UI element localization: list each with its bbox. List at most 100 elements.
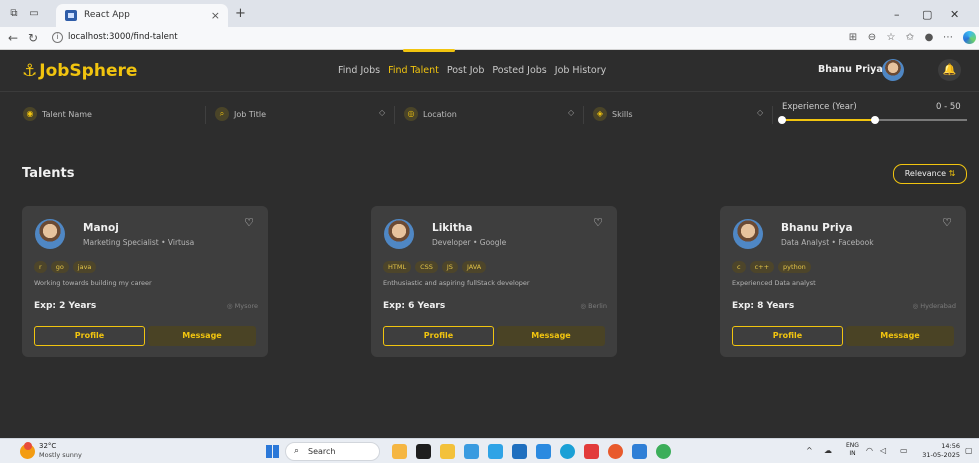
language-indicator[interactable]: ENG IN — [846, 442, 859, 458]
experience-slider-min-handle[interactable] — [778, 116, 786, 124]
message-button[interactable]: Message — [497, 326, 605, 346]
filter-divider — [205, 106, 206, 124]
tray-overflow-icon[interactable]: ^ — [806, 446, 813, 455]
experience-range-value: 0 - 50 — [936, 102, 961, 112]
windows-start-icon[interactable] — [266, 445, 279, 458]
profile-button[interactable]: Profile — [383, 326, 494, 346]
weather-icon[interactable] — [20, 442, 35, 459]
heart-icon[interactable]: ♡ — [244, 216, 254, 229]
vscode-app-icon[interactable] — [632, 444, 647, 459]
active-nav-indicator — [403, 49, 455, 52]
notification-bell-icon[interactable]: 🔔 — [938, 59, 961, 81]
filter-bar: ◉ Talent Name ⌕ Job Title ◇ ◎ Location ◇… — [0, 92, 979, 140]
sort-icon: ⇅ — [948, 169, 956, 178]
profile-icon[interactable]: ● — [923, 32, 935, 44]
experience-slider-max-handle[interactable] — [870, 116, 879, 124]
heart-icon[interactable]: ♡ — [593, 216, 603, 229]
talent-name-filter[interactable]: Talent Name — [42, 110, 92, 119]
favorite-star-icon[interactable]: ☆ — [885, 32, 897, 44]
system-clock[interactable]: 14:56 31-05-2025 — [920, 442, 960, 460]
maximize-icon[interactable]: ▢ — [922, 8, 932, 21]
app-available-icon[interactable]: ⊞ — [847, 32, 859, 44]
minimize-icon[interactable]: – — [894, 8, 900, 21]
message-button[interactable]: Message — [846, 326, 954, 346]
store-app-icon[interactable] — [464, 444, 479, 459]
nav-post-job[interactable]: Post Job — [447, 65, 485, 76]
skills-dropdown-icon[interactable]: ◇ — [757, 108, 763, 117]
clock-time: 14:56 — [941, 442, 960, 450]
url-field[interactable]: i localhost:3000/find-talent — [48, 30, 888, 47]
more-icon[interactable]: ⋯ — [942, 32, 954, 44]
onedrive-icon[interactable]: ☁ — [824, 446, 832, 455]
filter-divider — [583, 106, 584, 124]
nav-job-history[interactable]: Job History — [555, 65, 606, 76]
user-name[interactable]: Bhanu Priya — [818, 64, 883, 75]
browser-tab[interactable]: React App × — [56, 4, 228, 27]
skills-filter[interactable]: Skills — [612, 110, 633, 119]
refresh-icon[interactable]: ↻ — [28, 31, 38, 45]
back-icon[interactable]: ← — [8, 31, 18, 45]
chrome-browser-icon[interactable] — [656, 444, 671, 459]
volume-icon[interactable]: ◁ — [880, 446, 886, 455]
location-dropdown-icon[interactable]: ◇ — [568, 108, 574, 117]
office-app-icon[interactable] — [608, 444, 623, 459]
copilot-icon[interactable] — [963, 31, 976, 44]
site-info-icon[interactable]: i — [52, 32, 63, 43]
browser-tab-strip: ⧉ ▭ React App × + – ▢ ✕ — [0, 0, 979, 27]
talent-location: ◎ Berlin — [580, 302, 607, 310]
workspaces-icon[interactable]: ⧉ — [8, 8, 20, 19]
close-tab-icon[interactable]: × — [211, 9, 220, 22]
notification-center-icon[interactable]: ▢ — [965, 446, 973, 455]
message-button[interactable]: Message — [148, 326, 256, 346]
talent-experience: Exp: 8 Years — [732, 301, 795, 311]
favorites-icon[interactable]: ✩ — [904, 32, 916, 44]
location-filter[interactable]: Location — [423, 110, 457, 119]
location-pin-icon: ◎ — [226, 302, 235, 310]
profile-button[interactable]: Profile — [34, 326, 145, 346]
edge-app-icon[interactable] — [560, 444, 575, 459]
page-title: Talents — [22, 166, 75, 181]
wifi-icon[interactable]: ◠ — [866, 446, 873, 455]
talent-about: Working towards building my career — [34, 279, 152, 287]
location-pin-icon: ◎ — [580, 302, 589, 310]
heart-icon[interactable]: ♡ — [942, 216, 952, 229]
new-tab-icon[interactable]: + — [235, 6, 246, 21]
sort-relevance-button[interactable]: Relevance ⇅ — [893, 164, 967, 184]
taskbar-search[interactable]: ⌕ Search — [285, 442, 380, 461]
skill-tag: JS — [441, 261, 458, 273]
app-logo[interactable]: ⚓ JobSphere — [22, 61, 137, 81]
search-icon: ⌕ — [294, 446, 300, 456]
job-title-filter[interactable]: Job Title — [234, 110, 266, 119]
skill-tags: r go java — [34, 261, 97, 273]
talent-experience: Exp: 2 Years — [34, 301, 97, 311]
talent-name: Bhanu Priya — [781, 222, 853, 234]
zoom-icon[interactable]: ⊖ — [866, 32, 878, 44]
browser-tab-title: React App — [84, 10, 130, 20]
main-nav: Find Jobs Find Talent Post Job Posted Jo… — [338, 65, 606, 76]
task-view-icon[interactable] — [416, 444, 431, 459]
location-text: Berlin — [588, 302, 607, 310]
calculator-app-icon[interactable] — [512, 444, 527, 459]
job-title-dropdown-icon[interactable]: ◇ — [379, 108, 385, 117]
profile-button[interactable]: Profile — [732, 326, 843, 346]
user-avatar[interactable] — [882, 59, 904, 81]
close-window-icon[interactable]: ✕ — [950, 8, 959, 21]
weather-temperature: 32°C — [39, 442, 57, 450]
browser-address-bar: ← ↻ i localhost:3000/find-talent ⊞ ⊖ ☆ ✩… — [0, 27, 979, 50]
talent-role: Data Analyst • Facebook — [781, 238, 874, 247]
nav-find-talent[interactable]: Find Talent — [388, 65, 439, 76]
nav-posted-jobs[interactable]: Posted Jobs — [492, 65, 546, 76]
widgets-app-icon[interactable] — [392, 444, 407, 459]
talent-name: Likitha — [432, 222, 473, 234]
tab-actions-icon[interactable]: ▭ — [28, 8, 40, 19]
chrome-app-icon[interactable] — [488, 444, 503, 459]
nav-find-jobs[interactable]: Find Jobs — [338, 65, 380, 76]
file-explorer-icon[interactable] — [440, 444, 455, 459]
mcafee-app-icon[interactable] — [584, 444, 599, 459]
talent-role: Marketing Specialist • Virtusa — [83, 238, 195, 247]
talent-location: ◎ Hyderabad — [913, 302, 957, 310]
app-header: ⚓ JobSphere Find Jobs Find Talent Post Jo… — [0, 49, 979, 91]
photos-app-icon[interactable] — [536, 444, 551, 459]
battery-icon[interactable]: ▭ — [900, 446, 908, 455]
talent-location: ◎ Mysore — [227, 302, 258, 310]
